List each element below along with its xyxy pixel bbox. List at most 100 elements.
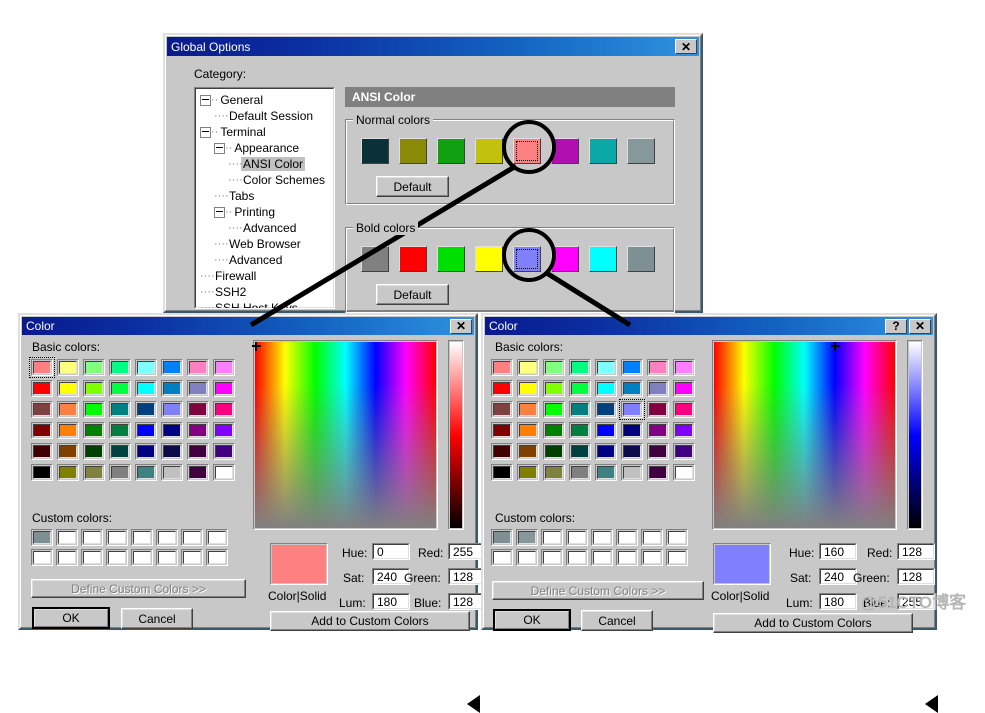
basic-color-cell-11[interactable] [569, 380, 591, 397]
custom-color-cell-7[interactable] [206, 529, 228, 546]
basic-color-cell-18[interactable] [83, 401, 105, 418]
luminance-bar[interactable] [448, 340, 464, 530]
basic-color-cell-24[interactable] [491, 422, 513, 439]
tree-item-tabs[interactable]: ···· Tabs [196, 188, 333, 204]
basic-color-cell-3[interactable] [569, 359, 591, 376]
tree-item-ssh2[interactable]: ···· SSH2 [196, 284, 333, 300]
basic-color-cell-47[interactable] [673, 464, 695, 481]
tree-item-color-schemes[interactable]: ···· Color Schemes [196, 172, 333, 188]
tree-item-advanced[interactable]: ···· Advanced [196, 252, 333, 268]
basic-color-cell-25[interactable] [57, 422, 79, 439]
basic-color-cell-3[interactable] [109, 359, 131, 376]
basic-color-cell-1[interactable] [517, 359, 539, 376]
ansi-swatch-3[interactable] [475, 138, 503, 164]
basic-color-cell-22[interactable] [647, 401, 669, 418]
basic-color-cell-41[interactable] [57, 464, 79, 481]
ansi-swatch-5[interactable] [551, 246, 579, 272]
basic-color-cell-7[interactable] [673, 359, 695, 376]
close-icon[interactable]: ✕ [909, 318, 931, 334]
basic-color-cell-26[interactable] [83, 422, 105, 439]
ansi-swatch-2[interactable] [437, 246, 465, 272]
custom-color-cell-5[interactable] [156, 529, 178, 546]
basic-color-cell-35[interactable] [569, 443, 591, 460]
custom-colors-grid[interactable] [491, 529, 691, 569]
basic-color-cell-6[interactable] [647, 359, 669, 376]
color-preview[interactable] [270, 543, 328, 585]
custom-color-cell-1[interactable] [56, 529, 78, 546]
basic-color-cell-12[interactable] [135, 380, 157, 397]
basic-color-cell-19[interactable] [569, 401, 591, 418]
close-icon[interactable]: ✕ [450, 318, 472, 334]
basic-color-cell-9[interactable] [517, 380, 539, 397]
tree-item-web-browser[interactable]: ···· Web Browser [196, 236, 333, 252]
tree-item-ansi-color[interactable]: ···· ANSI Color [196, 156, 333, 172]
ansi-swatch-1[interactable] [399, 246, 427, 272]
close-icon[interactable]: ✕ [675, 39, 697, 54]
ansi-swatch-4[interactable] [513, 246, 541, 272]
color-preview[interactable] [713, 543, 771, 585]
basic-colors-grid[interactable] [491, 359, 698, 484]
basic-color-cell-43[interactable] [109, 464, 131, 481]
basic-colors-grid[interactable] [29, 357, 238, 484]
basic-color-cell-11[interactable] [109, 380, 131, 397]
lum-input[interactable]: 180 [372, 593, 410, 610]
tree-item-ssh-host-keys[interactable]: ···· SSH Host Keys [196, 300, 333, 308]
tree-item-advanced[interactable]: ···· Advanced [196, 220, 333, 236]
basic-color-cell-25[interactable] [517, 422, 539, 439]
basic-color-cell-31[interactable] [213, 422, 235, 439]
luminance-arrow-icon[interactable] [925, 695, 938, 713]
custom-color-cell-13[interactable] [156, 549, 178, 566]
custom-color-cell-2[interactable] [541, 529, 563, 546]
custom-color-cell-10[interactable] [541, 549, 563, 566]
basic-color-cell-5[interactable] [621, 359, 643, 376]
color-spectrum-canvas[interactable] [714, 341, 895, 528]
basic-color-cell-34[interactable] [543, 443, 565, 460]
basic-color-cell-9[interactable] [57, 380, 79, 397]
basic-color-cell-21[interactable] [619, 399, 645, 420]
tree-item-general[interactable]: ·· General [196, 92, 333, 108]
sat-input[interactable]: 240 [819, 568, 857, 585]
basic-color-cell-40[interactable] [31, 464, 53, 481]
basic-color-cell-33[interactable] [517, 443, 539, 460]
custom-color-cell-6[interactable] [641, 529, 663, 546]
custom-color-cell-12[interactable] [131, 549, 153, 566]
custom-color-cell-14[interactable] [641, 549, 663, 566]
basic-color-cell-36[interactable] [595, 443, 617, 460]
basic-color-cell-28[interactable] [595, 422, 617, 439]
basic-color-cell-23[interactable] [673, 401, 695, 418]
custom-color-cell-15[interactable] [666, 549, 688, 566]
add-to-custom-colors-button[interactable]: Add to Custom Colors [270, 611, 470, 631]
luminance-bar[interactable] [907, 340, 923, 530]
basic-color-cell-30[interactable] [647, 422, 669, 439]
basic-color-cell-31[interactable] [673, 422, 695, 439]
tree-collapse-icon[interactable] [214, 206, 225, 218]
basic-color-cell-37[interactable] [621, 443, 643, 460]
basic-color-cell-23[interactable] [213, 401, 235, 418]
basic-color-cell-36[interactable] [135, 443, 157, 460]
basic-color-cell-7[interactable] [213, 359, 235, 376]
custom-color-cell-6[interactable] [181, 529, 203, 546]
ansi-swatch-5[interactable] [551, 138, 579, 164]
basic-color-cell-13[interactable] [621, 380, 643, 397]
custom-color-cell-0[interactable] [31, 529, 53, 546]
custom-colors-grid[interactable] [31, 529, 231, 569]
custom-color-cell-8[interactable] [491, 549, 513, 566]
basic-color-cell-16[interactable] [31, 401, 53, 418]
custom-color-cell-13[interactable] [616, 549, 638, 566]
ansi-swatch-2[interactable] [437, 138, 465, 164]
custom-color-cell-5[interactable] [616, 529, 638, 546]
basic-color-cell-46[interactable] [647, 464, 669, 481]
basic-color-cell-32[interactable] [31, 443, 53, 460]
custom-color-cell-12[interactable] [591, 549, 613, 566]
custom-color-cell-11[interactable] [106, 549, 128, 566]
basic-color-cell-18[interactable] [543, 401, 565, 418]
custom-color-cell-7[interactable] [666, 529, 688, 546]
basic-color-cell-39[interactable] [673, 443, 695, 460]
custom-color-cell-3[interactable] [106, 529, 128, 546]
basic-color-cell-8[interactable] [491, 380, 513, 397]
ansi-swatch-6[interactable] [589, 246, 617, 272]
basic-color-cell-2[interactable] [83, 359, 105, 376]
basic-color-cell-39[interactable] [213, 443, 235, 460]
basic-color-cell-34[interactable] [83, 443, 105, 460]
tree-item-default-session[interactable]: ···· Default Session [196, 108, 333, 124]
